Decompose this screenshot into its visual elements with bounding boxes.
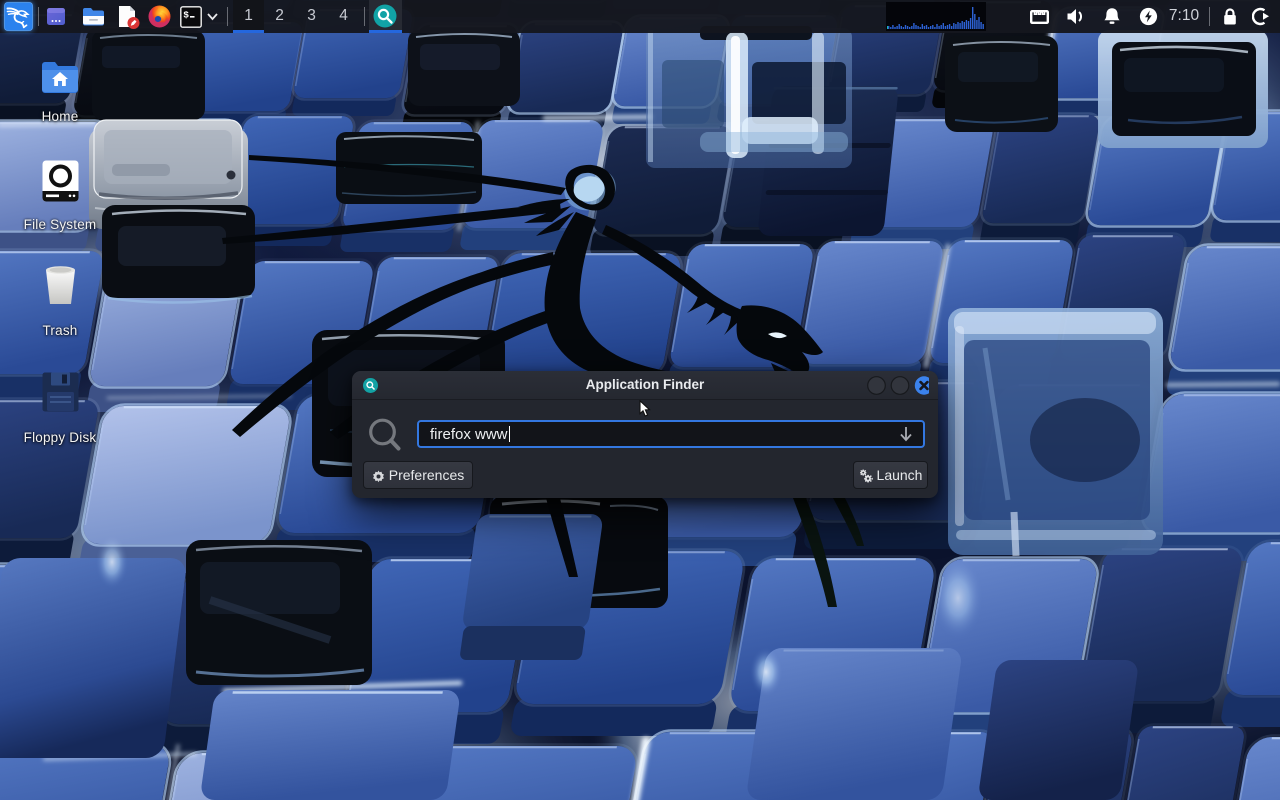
svg-text:$: $ — [183, 10, 189, 21]
